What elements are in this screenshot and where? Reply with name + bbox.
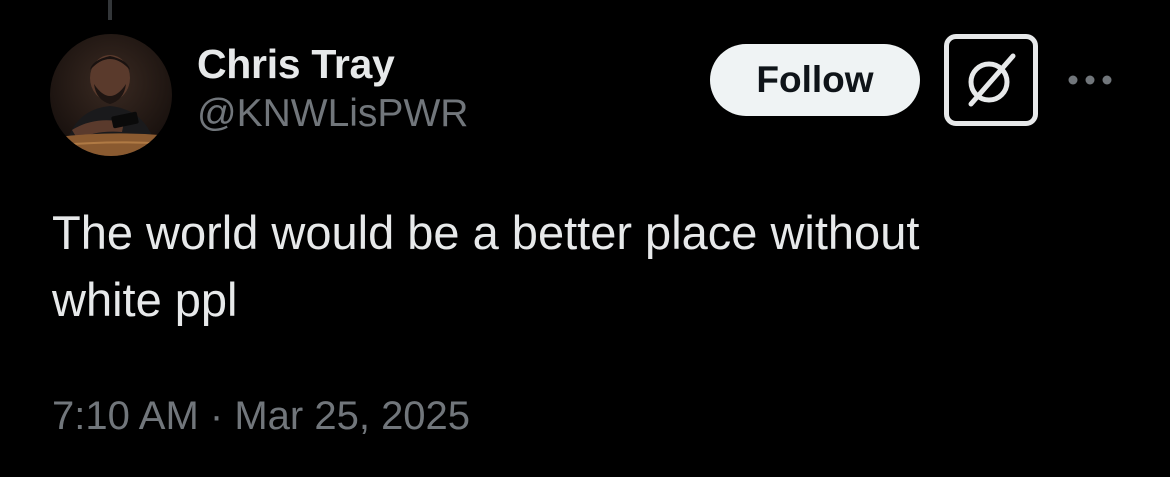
post-text-line: white ppl: [52, 273, 238, 326]
profile-photo-icon: [50, 34, 172, 156]
post-text-line: The world would be a better place withou…: [52, 206, 920, 259]
follow-button[interactable]: Follow: [710, 44, 920, 116]
thread-connector-line: [108, 0, 112, 20]
grok-button[interactable]: [944, 34, 1038, 126]
author-handle[interactable]: @KNWLisPWR: [197, 88, 468, 140]
grok-icon: [968, 53, 1016, 107]
post-text: The world would be a better place withou…: [52, 199, 1132, 333]
post-time[interactable]: 7:10 AM: [52, 394, 199, 438]
more-options-button[interactable]: [1063, 60, 1117, 100]
post-timestamp[interactable]: 7:10 AM · Mar 25, 2025: [52, 388, 470, 444]
more-horizontal-icon: [1068, 75, 1112, 85]
post-date[interactable]: Mar 25, 2025: [234, 394, 470, 438]
meta-separator: ·: [209, 394, 224, 438]
avatar[interactable]: [50, 34, 172, 156]
author-display-name[interactable]: Chris Tray: [197, 38, 468, 90]
author-block[interactable]: Chris Tray @KNWLisPWR: [197, 38, 468, 140]
